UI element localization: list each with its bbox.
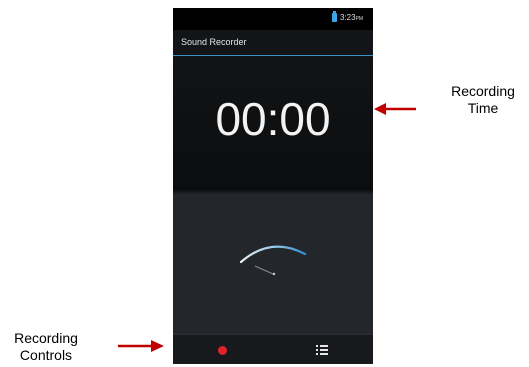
record-button[interactable] (214, 342, 230, 358)
battery-icon (332, 11, 337, 22)
recording-time-arrow (374, 103, 416, 115)
app-title: Sound Recorder (181, 37, 247, 47)
meter-needle (254, 265, 274, 275)
time-panel: 00:00 (173, 56, 373, 188)
status-clock: 3:23PM (340, 13, 364, 22)
recording-controls-label: Recording Controls (14, 330, 78, 363)
meter-arc (239, 245, 307, 264)
recording-timer: 00:00 (215, 93, 331, 145)
action-bar: Sound Recorder (173, 30, 373, 56)
recording-controls-arrow (118, 340, 164, 352)
recording-controls (173, 334, 373, 364)
record-icon (218, 346, 227, 355)
meter-panel (173, 194, 373, 334)
recordings-list-button[interactable] (314, 342, 330, 358)
status-bar: 3:23PM (173, 8, 373, 30)
list-icon (316, 345, 328, 355)
vu-meter (239, 245, 307, 276)
meter-pivot (272, 272, 276, 276)
phone-screen: 3:23PM Sound Recorder 00:00 (173, 8, 373, 364)
recording-time-label: Recording Time (451, 83, 515, 116)
